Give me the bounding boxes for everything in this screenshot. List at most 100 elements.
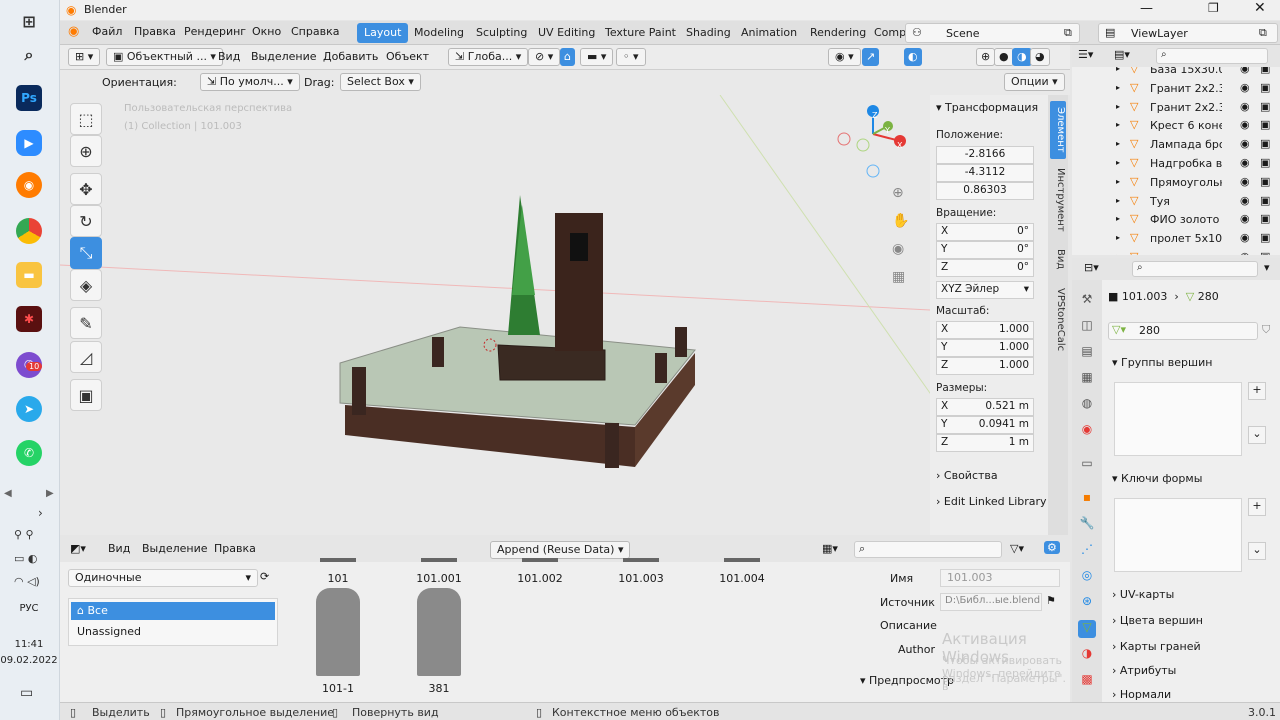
cursor-tool-icon[interactable]: ⊕: [70, 135, 102, 167]
clock-time[interactable]: 11:41: [0, 639, 58, 650]
chrome-icon[interactable]: [16, 218, 42, 244]
measure-tool-icon[interactable]: ◿: [70, 341, 102, 373]
snap-settings-dropdown[interactable]: ▬ ▾: [580, 48, 614, 66]
location-y-field[interactable]: -4.3112: [936, 164, 1034, 182]
vertex-group-menu-button[interactable]: ⌄: [1248, 426, 1266, 444]
mesh-data-tab-icon[interactable]: ▽: [1078, 620, 1096, 638]
tab-shading[interactable]: Shading: [679, 23, 738, 43]
camera-render-icon[interactable]: ▣: [1260, 81, 1270, 94]
snap-toggle-icon[interactable]: ⌂: [560, 48, 575, 66]
expand-icon[interactable]: ▸: [1116, 177, 1120, 186]
minimize-button[interactable]: —: [1140, 1, 1153, 16]
particles-tab-icon[interactable]: ⋰: [1078, 542, 1096, 560]
camera-render-icon[interactable]: ▣: [1260, 231, 1270, 244]
notification-center-icon[interactable]: ▭: [20, 685, 33, 701]
annotate-tool-icon[interactable]: ✎: [70, 307, 102, 339]
import-mode-dropdown[interactable]: Append (Reuse Data) ▾: [490, 541, 631, 559]
asset-name-field[interactable]: 101.003: [940, 569, 1060, 587]
open-source-icon[interactable]: ⚑: [1046, 594, 1056, 607]
tab-rendering[interactable]: Rendering: [803, 23, 873, 43]
transform-section-header[interactable]: ▾ Трансформация: [936, 101, 1038, 114]
zoom-view-icon[interactable]: ⊕: [892, 185, 904, 201]
display-mode-icon[interactable]: ▤▾: [1114, 48, 1130, 61]
visibility-icon[interactable]: ◉ ▾: [828, 48, 861, 66]
expand-icon[interactable]: ▸: [1116, 158, 1120, 167]
shape-keys-list[interactable]: [1114, 498, 1242, 572]
camera-view-icon[interactable]: ◉: [892, 241, 904, 257]
tab-tool[interactable]: Инструмент: [1050, 167, 1066, 233]
telegram-icon[interactable]: ➤: [16, 396, 42, 422]
menu-file[interactable]: Файл: [92, 25, 122, 38]
windows-start-icon[interactable]: ⊞: [16, 8, 42, 34]
tab-uv-editing[interactable]: UV Editing: [531, 23, 602, 43]
outliner-row[interactable]: ▸ ▽ Туя ◉ ▣: [1072, 193, 1280, 211]
attributes-header[interactable]: › Атрибуты: [1112, 664, 1176, 677]
transform-orientation-dropdown[interactable]: ⇲ Глоба... ▾: [448, 48, 529, 66]
tab-view[interactable]: Вид: [1050, 245, 1066, 273]
normals-header[interactable]: › Нормали: [1112, 688, 1171, 701]
shape-key-menu-button[interactable]: ⌄: [1248, 542, 1266, 560]
proportional-edit-icon[interactable]: ◦ ▾: [616, 48, 646, 66]
rotation-x-field[interactable]: X 0°: [936, 223, 1034, 241]
constraints-tab-icon[interactable]: ⊛: [1078, 594, 1096, 612]
options-dropdown[interactable]: Опции ▾: [1004, 73, 1065, 91]
camera-render-icon[interactable]: ▣: [1260, 194, 1270, 207]
tray-expand-icon[interactable]: ›: [38, 506, 43, 520]
asset-menu-view[interactable]: Вид: [108, 542, 130, 555]
rotation-y-field[interactable]: Y 0°: [936, 241, 1034, 259]
fake-user-icon[interactable]: ⛉: [1262, 323, 1270, 337]
world-tab-icon[interactable]: ◉: [1078, 422, 1096, 440]
asset-menu-edit[interactable]: Правка: [214, 542, 256, 555]
dimensions-x-field[interactable]: X 0.521 m: [936, 398, 1034, 416]
tab-modeling[interactable]: Modeling: [407, 23, 471, 43]
collection-tab-icon[interactable]: ▭: [1078, 456, 1096, 474]
orientation-dropdown[interactable]: ⇲ По умолч... ▾: [200, 73, 300, 91]
tab-item[interactable]: Элемент: [1050, 101, 1066, 159]
copy-scene-icon[interactable]: ⧉: [1064, 26, 1072, 40]
eye-icon[interactable]: ◉: [1240, 175, 1250, 188]
outliner-row[interactable]: ▸ ▽ Гранит 2x2.3 ◉ ▣: [1072, 80, 1280, 98]
tab-texture-paint[interactable]: Texture Paint: [598, 23, 683, 43]
add-shape-key-button[interactable]: +: [1248, 498, 1266, 516]
filter-icon[interactable]: ▽▾: [1010, 542, 1024, 555]
tab-sculpting[interactable]: Sculpting: [469, 23, 534, 43]
outliner-row[interactable]: ▸ ▽ Гранит 2x2.3 ◉ ▣: [1072, 99, 1280, 117]
refresh-icon[interactable]: ⟳: [260, 570, 269, 583]
eye-icon[interactable]: ◉: [1240, 67, 1250, 75]
uv-maps-header[interactable]: › UV-карты: [1112, 588, 1174, 601]
camera-render-icon[interactable]: ▣: [1260, 137, 1270, 150]
menu-view[interactable]: Вид: [218, 50, 240, 63]
tab-vpstonecalc[interactable]: VPStoneCalc: [1050, 285, 1066, 355]
select-tool-icon[interactable]: ⬚: [70, 103, 102, 135]
menu-add[interactable]: Добавить: [323, 50, 378, 63]
camera-render-icon[interactable]: ▣: [1260, 67, 1270, 75]
expand-icon[interactable]: ▸: [1116, 214, 1120, 223]
asset-source-field[interactable]: D:\Библ...ые.blend: [940, 593, 1042, 611]
viewlayer-selector[interactable]: ▤ ViewLayer ⧉: [1098, 23, 1278, 43]
menu-help[interactable]: Справка: [291, 25, 339, 38]
scale-tool-icon[interactable]: ⤡: [70, 237, 102, 269]
vertex-colors-header[interactable]: › Цвета вершин: [1112, 614, 1203, 627]
tab-animation[interactable]: Animation: [734, 23, 804, 43]
wifi-volume-icon[interactable]: ◠ ◁): [14, 575, 40, 588]
location-x-field[interactable]: -2.8166: [936, 146, 1034, 164]
camera-render-icon[interactable]: ▣: [1260, 175, 1270, 188]
view-layer-tab-icon[interactable]: ▦: [1078, 370, 1096, 388]
transform-tool-icon[interactable]: ◈: [70, 269, 102, 301]
catalog-unassigned[interactable]: Unassigned: [77, 625, 141, 638]
editor-type-button[interactable]: ⊞ ▾: [68, 48, 101, 66]
shading-rendered-icon[interactable]: ◕: [1030, 48, 1050, 66]
expand-icon[interactable]: ▸: [1116, 83, 1120, 92]
expand-icon[interactable]: ▸: [1116, 102, 1120, 111]
expand-icon[interactable]: ▸: [1116, 196, 1120, 205]
pan-view-icon[interactable]: ✋: [892, 213, 909, 229]
eye-icon[interactable]: ◉: [1240, 100, 1250, 113]
file-explorer-icon[interactable]: ▬: [16, 262, 42, 288]
outliner-row[interactable]: ▸ ▽ Крест 6 коне ◉ ▣: [1072, 117, 1280, 135]
maximize-button[interactable]: ❐: [1208, 1, 1219, 15]
shape-keys-header[interactable]: ▾ Ключи формы: [1112, 472, 1202, 485]
zoom-icon[interactable]: ▶: [16, 130, 42, 156]
physics-tab-icon[interactable]: ◎: [1078, 568, 1096, 586]
asset-menu-select[interactable]: Выделение: [142, 542, 208, 555]
outliner-row[interactable]: ▸ ▽ База 15x30.0 ◉ ▣: [1072, 67, 1280, 79]
